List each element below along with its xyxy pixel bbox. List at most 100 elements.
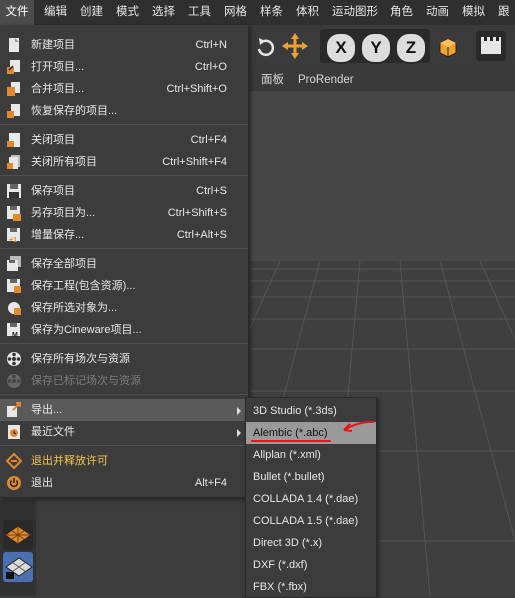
- export-fbx[interactable]: FBX (*.fbx): [246, 576, 376, 598]
- menu-item-revert-project[interactable]: 恢复保存的项目...: [0, 100, 248, 122]
- menu-item-shortcut: Ctrl+F4: [190, 134, 227, 146]
- export-dxf[interactable]: DXF (*.dxf): [246, 554, 376, 576]
- export-option-label: FBX (*.fbx): [253, 581, 307, 593]
- export-direct3d[interactable]: Direct 3D (*.x): [246, 532, 376, 554]
- menu-item-shortcut: Ctrl+N: [195, 39, 227, 51]
- menu-prorender[interactable]: ProRender: [298, 69, 354, 91]
- menu-separator: [0, 175, 248, 176]
- menu-item-label: 新建项目: [31, 39, 75, 51]
- menu-item-save-as[interactable]: 另存项目为... Ctrl+Shift+S: [0, 202, 248, 224]
- menu-item-shortcut: Ctrl+Alt+S: [176, 229, 227, 241]
- menu-item-recent-files[interactable]: 最近文件: [0, 421, 248, 443]
- submenu-arrow-icon: [237, 429, 241, 437]
- save-selected-objects-icon: [6, 300, 22, 316]
- menu-item-open-project[interactable]: 打开项目... Ctrl+O: [0, 56, 248, 78]
- menu-item-label: 关闭项目: [31, 134, 75, 146]
- power-icon: [6, 475, 22, 491]
- menu-item-close-project[interactable]: 关闭项目 Ctrl+F4: [0, 129, 248, 151]
- menu-panel[interactable]: 面板: [261, 69, 284, 91]
- x-axis-button[interactable]: X: [325, 32, 357, 64]
- menu-item-label: 打开项目...: [31, 61, 85, 73]
- menu-item-label: 保存项目: [31, 185, 75, 197]
- export-option-label: Allplan (*.xml): [253, 449, 321, 461]
- license-icon: [5, 452, 23, 470]
- export-bullet[interactable]: Bullet (*.bullet): [246, 466, 376, 488]
- locked-workplane-icon[interactable]: [3, 552, 33, 582]
- export-option-label: COLLADA 1.4 (*.dae): [253, 493, 359, 505]
- takes-icon: [6, 351, 22, 367]
- rotate-tool-icon[interactable]: [250, 31, 280, 61]
- save-cineware-icon: M: [6, 322, 22, 339]
- menu-item-shortcut: Ctrl+Shift+S: [167, 207, 227, 219]
- menu-item-label: 保存工程(包含资源)...: [31, 280, 136, 292]
- menu-item-incremental-save[interactable]: +1 增量保存... Ctrl+Alt+S: [0, 224, 248, 246]
- menu-item-label: 增量保存...: [31, 229, 85, 241]
- menu-item-save-all[interactable]: 保存全部项目: [0, 253, 248, 275]
- menu-mode[interactable]: 模式: [116, 0, 139, 25]
- menu-item-close-all-projects[interactable]: 关闭所有项目 Ctrl+Shift+F4: [0, 151, 248, 173]
- workplane-icon[interactable]: [3, 520, 33, 550]
- menu-item-label: 保存所有场次与资源: [31, 353, 130, 365]
- export-allplan[interactable]: Allplan (*.xml): [246, 444, 376, 466]
- menu-animate[interactable]: 动画: [426, 0, 449, 25]
- menu-separator: [0, 394, 248, 395]
- menu-create[interactable]: 创建: [80, 0, 103, 25]
- export-collada-14[interactable]: COLLADA 1.4 (*.dae): [246, 488, 376, 510]
- svg-text:M: M: [12, 332, 18, 338]
- close-all-files-icon: [6, 154, 22, 170]
- menu-item-quit[interactable]: 退出 Alt+F4: [0, 472, 248, 494]
- menu-spline[interactable]: 样条: [260, 0, 283, 25]
- menu-simulate[interactable]: 模拟: [462, 0, 485, 25]
- export-option-label: Bullet (*.bullet): [253, 471, 325, 483]
- menu-item-label: 保存全部项目: [31, 258, 97, 270]
- file-menu-dropdown: 新建项目 Ctrl+N 打开项目... Ctrl+O 合并项目... Ctrl+…: [0, 25, 249, 498]
- menu-mograph[interactable]: 运动图形: [332, 0, 378, 25]
- menu-item-new-project[interactable]: 新建项目 Ctrl+N: [0, 34, 248, 56]
- menu-item-save-cineware[interactable]: M 保存为Cineware项目...: [0, 319, 248, 341]
- annotation-arrow-icon: [343, 420, 375, 432]
- menu-mesh[interactable]: 网格: [224, 0, 247, 25]
- menu-item-shortcut: Ctrl+S: [196, 185, 227, 197]
- menu-item-save-all-takes[interactable]: 保存所有场次与资源: [0, 348, 248, 370]
- menu-edit[interactable]: 编辑: [44, 0, 67, 25]
- merge-file-icon: [6, 81, 22, 97]
- save-with-assets-icon: [6, 278, 22, 294]
- menu-item-label: 导出...: [31, 404, 63, 416]
- menu-item-shortcut: Alt+F4: [194, 477, 227, 489]
- move-tool-icon[interactable]: [280, 31, 310, 61]
- menu-volume[interactable]: 体积: [296, 0, 319, 25]
- menu-item-shortcut: Ctrl+Shift+O: [166, 83, 227, 95]
- incremental-save-icon: +1: [6, 227, 22, 244]
- menu-item-save-project[interactable]: 保存项目 Ctrl+S: [0, 180, 248, 202]
- menu-character[interactable]: 角色: [390, 0, 413, 25]
- menu-tools[interactable]: 工具: [188, 0, 211, 25]
- menu-item-merge-project[interactable]: 合并项目... Ctrl+Shift+O: [0, 78, 248, 100]
- save-icon: [6, 183, 22, 199]
- menu-item-label: 保存为Cineware项目...: [31, 324, 142, 336]
- annotation-underline: [251, 440, 331, 442]
- z-axis-button[interactable]: Z: [395, 32, 427, 64]
- menu-item-save-marked-takes: 保存已标记场次与资源: [0, 370, 248, 392]
- menu-item-save-selected-objects[interactable]: 保存所选对象为...: [0, 297, 248, 319]
- export-icon: [6, 402, 22, 418]
- menu-item-label: 保存已标记场次与资源: [31, 375, 141, 387]
- render-view-icon[interactable]: [476, 31, 506, 61]
- submenu-arrow-icon: [237, 407, 241, 415]
- coordinate-system-icon[interactable]: [432, 31, 462, 61]
- svg-text:+1: +1: [9, 237, 17, 243]
- save-all-icon: [6, 256, 22, 272]
- revert-file-icon: [6, 103, 22, 119]
- menu-item-label: 另存项目为...: [31, 207, 96, 219]
- menu-item-export[interactable]: 导出...: [0, 399, 248, 421]
- menu-file[interactable]: 文件: [0, 0, 34, 25]
- new-file-icon: [6, 37, 22, 53]
- menu-item-save-project-with-assets[interactable]: 保存工程(包含资源)...: [0, 275, 248, 297]
- menu-item-shortcut: Ctrl+O: [194, 61, 227, 73]
- menu-separator: [0, 248, 248, 249]
- menu-item-quit-free-license[interactable]: 退出并释放许可: [0, 450, 248, 472]
- export-collada-15[interactable]: COLLADA 1.5 (*.dae): [246, 510, 376, 532]
- recent-files-icon: [6, 424, 22, 440]
- menu-track[interactable]: 跟踪: [498, 0, 515, 43]
- y-axis-button[interactable]: Y: [360, 32, 392, 64]
- menu-select[interactable]: 选择: [152, 0, 175, 25]
